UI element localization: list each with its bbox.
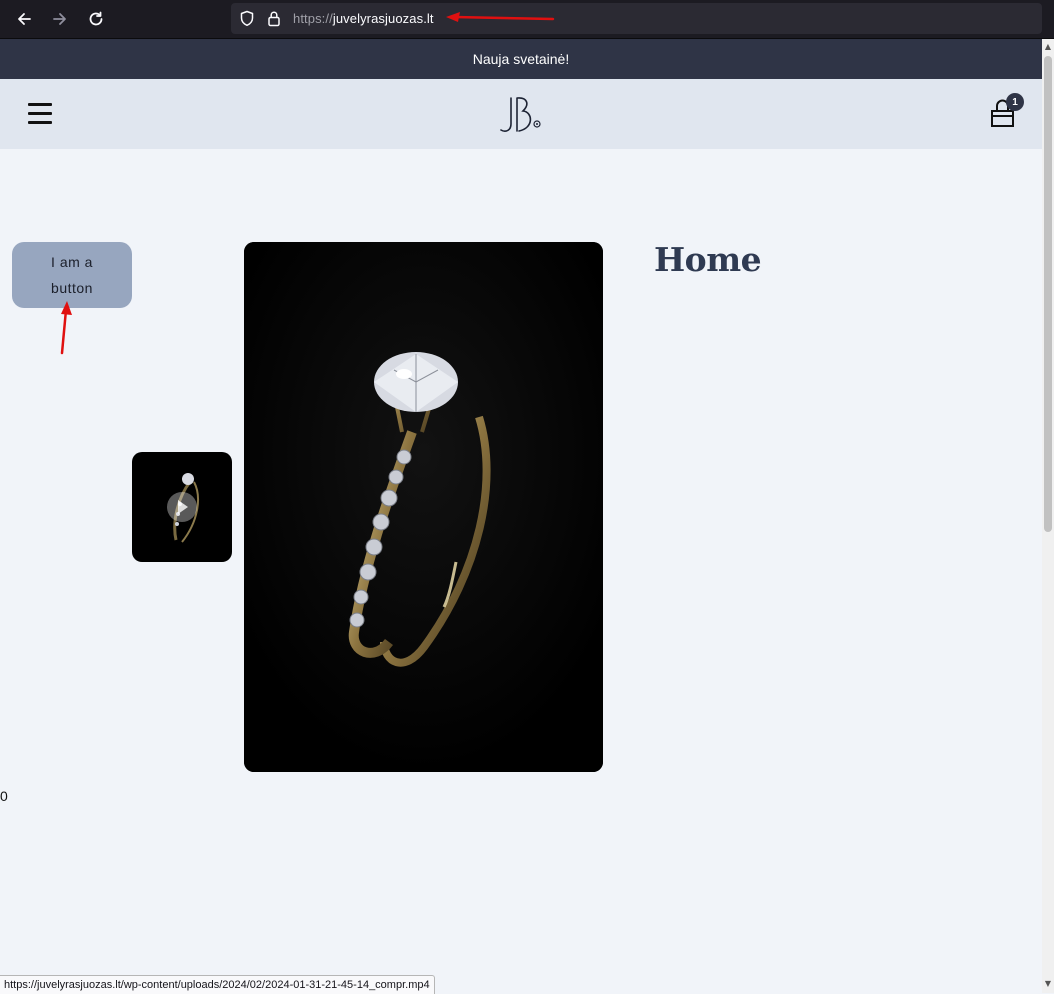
scroll-down-icon[interactable]: ▼ xyxy=(1044,979,1052,989)
counter-text: 0 xyxy=(0,788,8,804)
cart-count-badge: 1 xyxy=(1006,93,1024,111)
url-text[interactable]: https://juvelyrasjuozas.lt xyxy=(293,11,434,26)
video-thumbnail[interactable] xyxy=(132,452,232,562)
back-arrow-icon[interactable] xyxy=(12,7,36,31)
demo-button-label: I am a button xyxy=(51,254,93,296)
product-video[interactable] xyxy=(244,242,603,772)
site-header xyxy=(0,79,1042,149)
forward-arrow-icon[interactable] xyxy=(48,7,72,31)
url-host: juvelyrasjuozas.lt xyxy=(332,11,434,26)
url-scheme: https:// xyxy=(293,11,333,26)
site-logo[interactable] xyxy=(497,95,547,135)
shield-icon[interactable] xyxy=(239,10,255,31)
announcement-text: Nauja svetainė! xyxy=(472,51,570,67)
reload-icon[interactable] xyxy=(84,7,108,31)
address-bar[interactable]: https://juvelyrasjuozas.lt xyxy=(231,3,1042,34)
browser-toolbar: https://juvelyrasjuozas.lt xyxy=(0,0,1054,39)
play-icon[interactable] xyxy=(167,492,197,522)
link-status-bar: https://juvelyrasjuozas.lt/wp-content/up… xyxy=(0,975,435,994)
demo-button[interactable]: I am a button xyxy=(12,242,132,308)
menu-icon[interactable] xyxy=(28,103,52,125)
announcement-bar: Nauja svetainė! xyxy=(0,39,1042,79)
lock-icon[interactable] xyxy=(267,10,281,31)
page-title: Home xyxy=(654,240,762,279)
scrollbar-thumb[interactable] xyxy=(1044,56,1052,532)
scroll-up-icon[interactable]: ▲ xyxy=(1044,42,1052,52)
ring-image xyxy=(244,242,603,772)
